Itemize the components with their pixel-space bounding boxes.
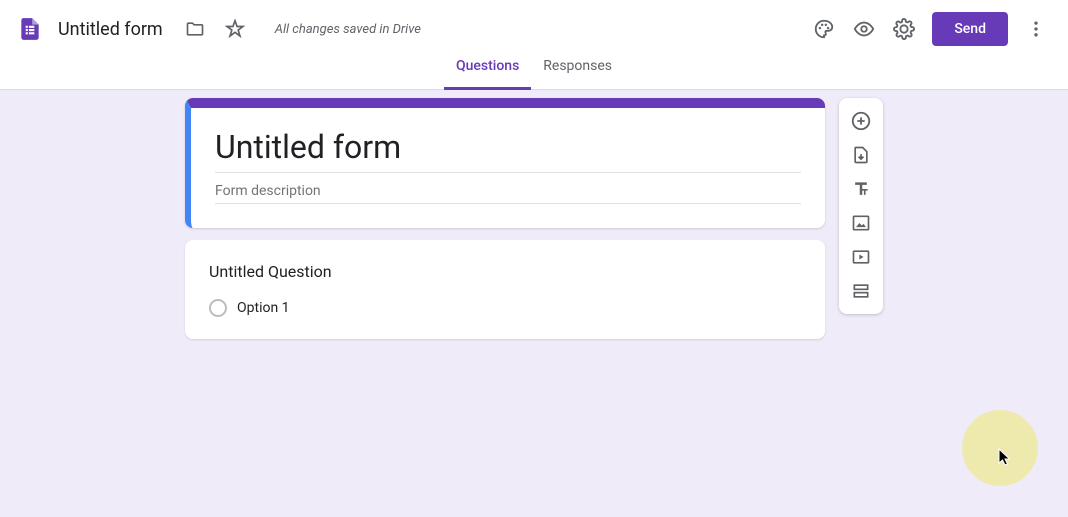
add-title-icon[interactable] xyxy=(843,172,879,206)
form-title-card[interactable]: Untitled form Form description xyxy=(185,98,825,228)
form-description-input[interactable]: Form description xyxy=(215,183,801,204)
document-title[interactable]: Untitled form xyxy=(58,19,163,40)
settings-icon[interactable] xyxy=(884,9,924,49)
question-card[interactable]: Untitled Question Option 1 xyxy=(185,240,825,339)
side-toolbar xyxy=(839,98,883,314)
tabs-row: Questions Responses xyxy=(0,58,1068,90)
customize-theme-icon[interactable] xyxy=(804,9,844,49)
option-text[interactable]: Option 1 xyxy=(237,300,290,316)
preview-icon[interactable] xyxy=(844,9,884,49)
radio-icon xyxy=(209,299,227,317)
form-title-input[interactable]: Untitled form xyxy=(215,128,801,173)
star-icon[interactable] xyxy=(215,9,255,49)
add-question-icon[interactable] xyxy=(843,104,879,138)
import-questions-icon[interactable] xyxy=(843,138,879,172)
header-top-row: Untitled form All changes saved in Drive… xyxy=(0,0,1068,58)
form-canvas: Untitled form Form description Untitled … xyxy=(0,90,1068,339)
app-header: Untitled form All changes saved in Drive… xyxy=(0,0,1068,90)
click-highlight-indicator xyxy=(962,410,1038,486)
add-section-icon[interactable] xyxy=(843,274,879,308)
tab-questions[interactable]: Questions xyxy=(444,58,531,90)
form-area: Untitled form Form description Untitled … xyxy=(185,98,825,339)
add-video-icon[interactable] xyxy=(843,240,879,274)
add-image-icon[interactable] xyxy=(843,206,879,240)
forms-logo-icon[interactable] xyxy=(12,11,48,47)
more-options-icon[interactable] xyxy=(1016,9,1056,49)
option-row: Option 1 xyxy=(209,299,801,317)
send-button[interactable]: Send xyxy=(932,12,1008,46)
save-status-text: All changes saved in Drive xyxy=(275,22,421,37)
move-to-folder-icon[interactable] xyxy=(175,9,215,49)
question-title-text[interactable]: Untitled Question xyxy=(209,262,801,281)
tab-responses[interactable]: Responses xyxy=(531,58,624,90)
